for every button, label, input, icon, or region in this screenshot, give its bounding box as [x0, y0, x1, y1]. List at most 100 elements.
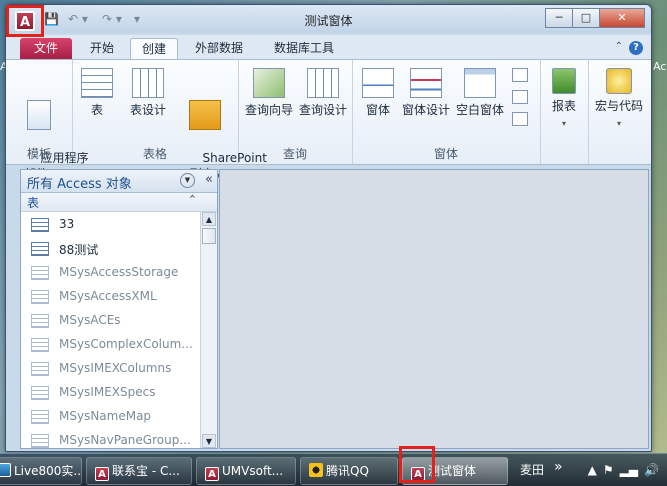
taskbar-item-qq[interactable]: 腾讯QQ	[300, 457, 398, 485]
taskbar-item-maitian[interactable]: 麦田	[512, 457, 550, 483]
list-item[interactable]: MSysNameMap	[21, 404, 199, 428]
taskbar-item-label: 麦田	[520, 463, 545, 477]
list-item[interactable]: MSysComplexColum...	[21, 332, 199, 356]
chevron-up-icon[interactable]: ⌃	[188, 193, 197, 206]
query-wizard-button[interactable]: 查询向导	[242, 68, 296, 118]
list-item-label: MSysAccessXML	[59, 289, 157, 303]
table-icon	[31, 338, 49, 352]
highlight-box	[6, 5, 44, 37]
nav-scrollbar[interactable]: ▲ ▼	[200, 212, 217, 448]
desktop-right-strip: Ac	[653, 60, 667, 460]
taskbar-item-lianxibao[interactable]: A 联系宝 - C...	[86, 457, 192, 485]
table-icon	[31, 410, 49, 424]
group-label-templates: 模板	[26, 147, 51, 161]
chevron-down-icon[interactable]: ▼	[180, 173, 195, 188]
query-design-button[interactable]: 查询设计	[296, 68, 350, 118]
group-reports: 报表 ▾	[540, 60, 589, 164]
list-item-label: 88测试	[59, 243, 99, 257]
nav-section-tables[interactable]: 表 ⌃	[21, 193, 217, 212]
macro-icon	[606, 68, 632, 94]
report-button[interactable]: 报表 ▾	[542, 68, 586, 132]
list-item[interactable]: MSysNavPaneGroup...	[21, 428, 199, 448]
table-icon	[31, 362, 49, 376]
form-label: 窗体	[365, 103, 390, 117]
tab-database-tools[interactable]: 数据库工具	[262, 38, 346, 59]
window-controls: ─ □ ✕	[545, 8, 645, 28]
minimize-button[interactable]: ─	[545, 8, 573, 28]
scroll-down-icon[interactable]: ▼	[202, 434, 216, 448]
group-label-queries: 查询	[282, 147, 307, 161]
more-forms-icon[interactable]	[512, 112, 528, 126]
table-label: 表	[90, 103, 103, 117]
network-icon[interactable]: ▂▄	[620, 463, 638, 477]
group-queries: 查询向导 查询设计 查询	[238, 60, 353, 164]
table-button[interactable]: 表	[80, 68, 114, 118]
tab-create[interactable]: 创建	[130, 38, 178, 60]
scroll-up-icon[interactable]: ▲	[202, 212, 216, 226]
form-button[interactable]: 窗体	[358, 68, 398, 118]
show-hidden-icons-icon[interactable]: ▲	[588, 463, 597, 477]
live800-icon	[0, 463, 11, 477]
taskbar-overflow-icon[interactable]: »	[554, 459, 563, 475]
table-design-button[interactable]: 表设计	[124, 68, 172, 118]
ribbon-help-area: ⌃ ?	[615, 41, 643, 55]
help-icon[interactable]: ?	[629, 41, 643, 55]
list-item-label: MSysACEs	[59, 313, 121, 327]
scroll-thumb[interactable]	[202, 228, 216, 244]
access-app-icon: A	[205, 467, 219, 481]
blank-form-button[interactable]: 空白窗体	[454, 68, 506, 118]
minimize-ribbon-icon[interactable]: ⌃	[615, 41, 623, 55]
list-item[interactable]: 33	[21, 212, 199, 236]
macro-code-label: 宏与代码	[594, 99, 643, 113]
undo-button[interactable]: ↶ ▾	[68, 12, 88, 26]
table-icon	[31, 386, 49, 400]
list-item[interactable]: MSysAccessXML	[21, 284, 199, 308]
access-app-icon: A	[95, 467, 109, 481]
query-design-label: 查询设计	[298, 103, 347, 117]
navigation-pane: 所有 Access 对象 ▼ « 表 ⌃ 33 88测试 MSysAccessS…	[20, 169, 218, 449]
table-icon	[31, 314, 49, 328]
form-design-button[interactable]: 窗体设计	[400, 68, 452, 118]
tab-file[interactable]: 文件	[20, 38, 72, 59]
ribbon-create: 应用程序 部件 ▾ 模板 表 表设计 SharePoint 列表 ▾ 表格 查询…	[6, 59, 651, 181]
collapse-pane-icon[interactable]: «	[205, 172, 213, 187]
redo-button[interactable]: ↷ ▾	[102, 12, 122, 26]
navigation-form-icon[interactable]	[512, 90, 528, 104]
group-forms: 窗体 窗体设计 空白窗体 窗体	[352, 60, 541, 164]
list-item-label: MSysAccessStorage	[59, 265, 179, 279]
list-item[interactable]: MSysAccessStorage	[21, 260, 199, 284]
volume-icon[interactable]: 🔊	[644, 463, 659, 477]
taskbar: Live800实... A 联系宝 - C... A UMVsoft... 腾讯QQ…	[0, 453, 667, 486]
taskbar-item-live800[interactable]: Live800实...	[0, 457, 82, 485]
query-wizard-label: 查询向导	[244, 103, 293, 117]
tab-external-data[interactable]: 外部数据	[184, 38, 254, 59]
qq-penguin-icon	[309, 463, 323, 477]
group-tables: 表 表设计 SharePoint 列表 ▾ 表格	[72, 60, 267, 181]
title-bar[interactable]: A 💾 ↶ ▾ ↷ ▾ ▾ 测试窗体 ─ □ ✕	[6, 5, 651, 33]
list-item[interactable]: MSysIMEXColumns	[21, 356, 199, 380]
tab-home[interactable]: 开始	[80, 38, 124, 59]
maximize-button[interactable]: □	[572, 8, 600, 28]
form-design-icon	[410, 68, 442, 98]
group-label-tables: 表格	[142, 147, 167, 161]
report-icon	[552, 68, 576, 94]
customize-qat-button[interactable]: ▾	[134, 12, 140, 26]
taskbar-item-label: Live800实...	[14, 464, 82, 478]
blank-form-label: 空白窗体	[455, 103, 504, 117]
group-label-forms: 窗体	[433, 147, 458, 161]
notification-flag-icon[interactable]: ⚑	[603, 463, 614, 477]
taskbar-item-umvsoft[interactable]: A UMVsoft...	[196, 457, 296, 485]
sharepoint-icon	[189, 100, 221, 130]
save-icon[interactable]: 💾	[44, 12, 59, 26]
table-icon	[81, 68, 113, 98]
list-item[interactable]: MSysIMEXSpecs	[21, 380, 199, 404]
macro-code-button[interactable]: 宏与代码 ▾	[590, 68, 648, 132]
form-wizard-icon[interactable]	[512, 68, 528, 82]
list-item[interactable]: 88测试	[21, 236, 199, 260]
list-item[interactable]: MSysACEs	[21, 308, 199, 332]
document-workspace[interactable]	[219, 169, 649, 449]
close-button[interactable]: ✕	[599, 8, 645, 28]
app-parts-icon	[27, 100, 51, 130]
nav-pane-header[interactable]: 所有 Access 对象 ▼ «	[21, 170, 217, 193]
table-design-label: 表设计	[129, 103, 166, 117]
